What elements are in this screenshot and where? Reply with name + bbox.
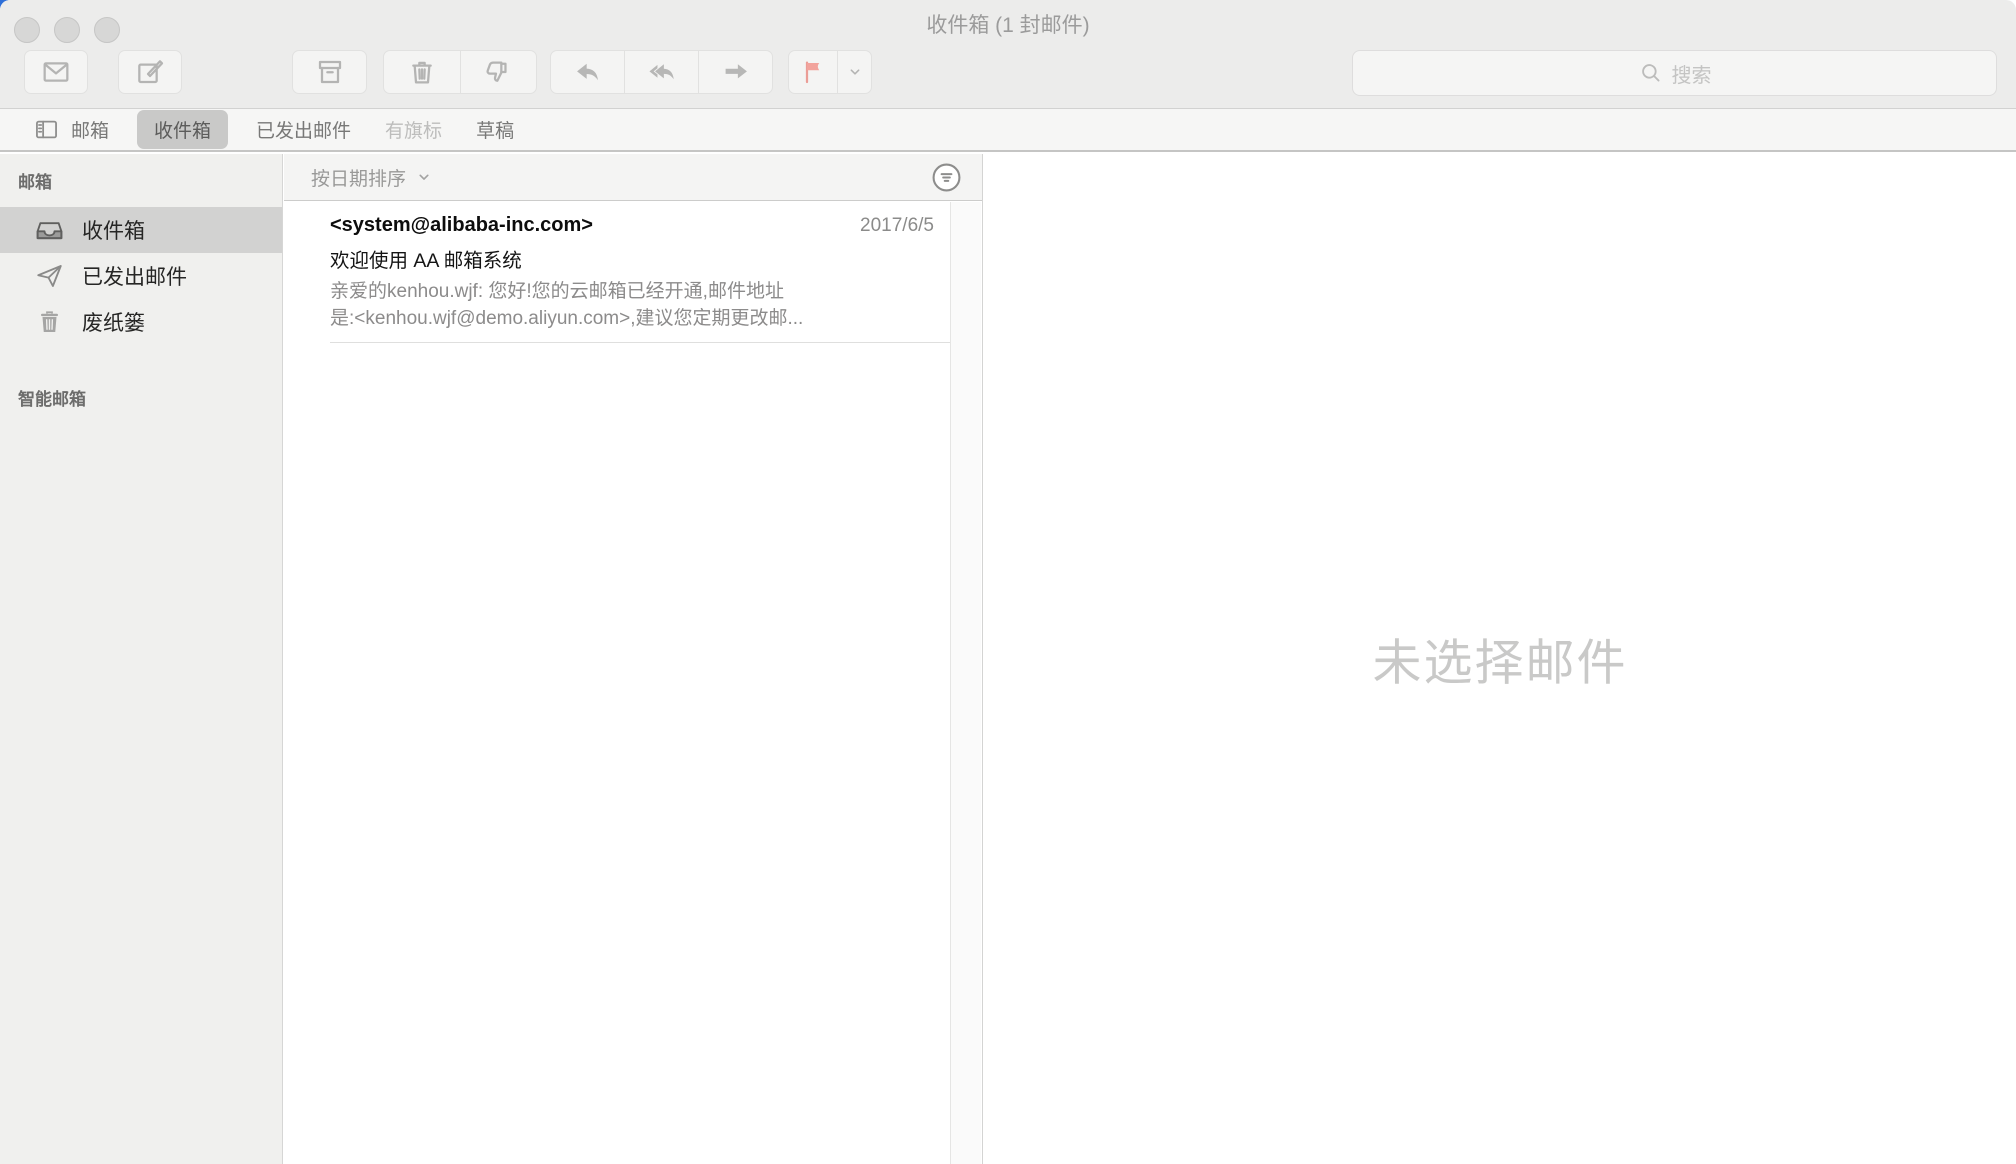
trash-icon <box>33 307 66 337</box>
favorites-label-mailboxes: 邮箱 <box>71 116 109 143</box>
trash-junk-group <box>383 50 537 94</box>
sidebar-label-inbox: 收件箱 <box>82 215 145 245</box>
compose-button[interactable] <box>118 50 182 94</box>
message-preview-line-2: 是:<kenhou.wjf@demo.aliyun.com>,建议您定期更改邮.… <box>330 305 934 332</box>
chevron-down-icon <box>414 167 434 187</box>
get-mail-button[interactable] <box>24 50 88 94</box>
message-top-row: <system@alibaba-inc.com> 2017/6/5 <box>330 214 934 237</box>
sidebar-label-trash: 废纸篓 <box>82 307 145 337</box>
filter-button[interactable] <box>931 162 962 193</box>
favorites-item-drafts[interactable]: 草稿 <box>476 116 514 143</box>
forward-button[interactable] <box>698 51 772 93</box>
mailbox-sidebar: 邮箱 收件箱 已发出邮件 <box>0 154 283 1164</box>
favorites-item-mailboxes[interactable]: 邮箱 <box>33 116 109 143</box>
search-input[interactable]: 搜索 <box>1352 50 1997 96</box>
flag-group <box>788 50 872 94</box>
search-placeholder: 搜索 <box>1672 59 1712 88</box>
message-preview-line-1: 亲爱的kenhou.wjf: 您好!您的云邮箱已经开通,邮件地址 <box>330 278 934 305</box>
forward-icon <box>720 56 752 88</box>
flag-menu-button[interactable] <box>837 51 871 93</box>
message-separator <box>330 342 951 343</box>
flag-icon <box>798 57 828 87</box>
message-date: 2017/6/5 <box>860 215 934 237</box>
sidebar-toggle-icon <box>33 116 60 143</box>
compose-icon <box>134 56 166 88</box>
favorites-item-flagged[interactable]: 有旗标 <box>385 116 442 143</box>
archive-box-icon <box>314 56 346 88</box>
sidebar-label-sent: 已发出邮件 <box>82 261 187 291</box>
inbox-tray-icon <box>33 215 66 245</box>
message-list-item[interactable]: <system@alibaba-inc.com> 2017/6/5 欢迎使用 A… <box>284 201 982 343</box>
trash-icon <box>406 56 438 88</box>
window-title: 收件箱 (1 封邮件) <box>300 9 1716 39</box>
sort-by-date-button[interactable]: 按日期排序 <box>311 164 406 191</box>
mail-window: 收件箱 (1 封邮件) <box>0 0 2016 1164</box>
close-window-button[interactable] <box>14 17 40 43</box>
sidebar-section-mailboxes: 邮箱 <box>18 168 282 193</box>
reply-group <box>550 50 773 94</box>
sidebar-item-trash[interactable]: 废纸篓 <box>0 299 282 345</box>
filter-circle-icon <box>931 162 962 193</box>
reply-all-icon <box>646 56 678 88</box>
junk-button[interactable] <box>460 51 537 93</box>
paper-plane-icon <box>33 261 66 291</box>
favorites-item-sent[interactable]: 已发出邮件 <box>256 116 351 143</box>
envelope-icon <box>40 56 72 88</box>
content-area: 邮箱 收件箱 已发出邮件 <box>0 154 2016 1164</box>
reply-button[interactable] <box>551 51 624 93</box>
chevron-down-icon <box>844 61 866 83</box>
traffic-lights <box>14 17 120 43</box>
search-icon <box>1638 60 1664 86</box>
reply-all-button[interactable] <box>624 51 698 93</box>
message-list: 按日期排序 <system@alibaba-inc.com> 2017 <box>284 154 983 1164</box>
archive-button[interactable] <box>292 50 367 94</box>
message-preview-pane: 未选择邮件 <box>984 154 2016 1164</box>
message-list-header: 按日期排序 <box>284 154 982 201</box>
sidebar-item-inbox[interactable]: 收件箱 <box>0 207 282 253</box>
reply-icon <box>572 56 604 88</box>
no-message-selected-text: 未选择邮件 <box>1372 624 1627 695</box>
delete-button[interactable] <box>384 51 460 93</box>
message-sender: <system@alibaba-inc.com> <box>330 214 593 237</box>
window-chrome: 收件箱 (1 封邮件) <box>0 0 2016 109</box>
sidebar-item-sent[interactable]: 已发出邮件 <box>0 253 282 299</box>
message-subject: 欢迎使用 AA 邮箱系统 <box>330 244 934 273</box>
favorites-item-inbox[interactable]: 收件箱 <box>137 110 228 149</box>
flag-button[interactable] <box>789 51 837 93</box>
sidebar-section-smart-mailboxes: 智能邮箱 <box>18 385 282 410</box>
favorites-bar: 邮箱 收件箱 已发出邮件 有旗标 草稿 <box>0 109 2016 152</box>
minimize-window-button[interactable] <box>54 17 80 43</box>
zoom-window-button[interactable] <box>94 17 120 43</box>
message-list-scrollbar[interactable] <box>950 202 981 1164</box>
thumbs-down-icon <box>482 56 514 88</box>
